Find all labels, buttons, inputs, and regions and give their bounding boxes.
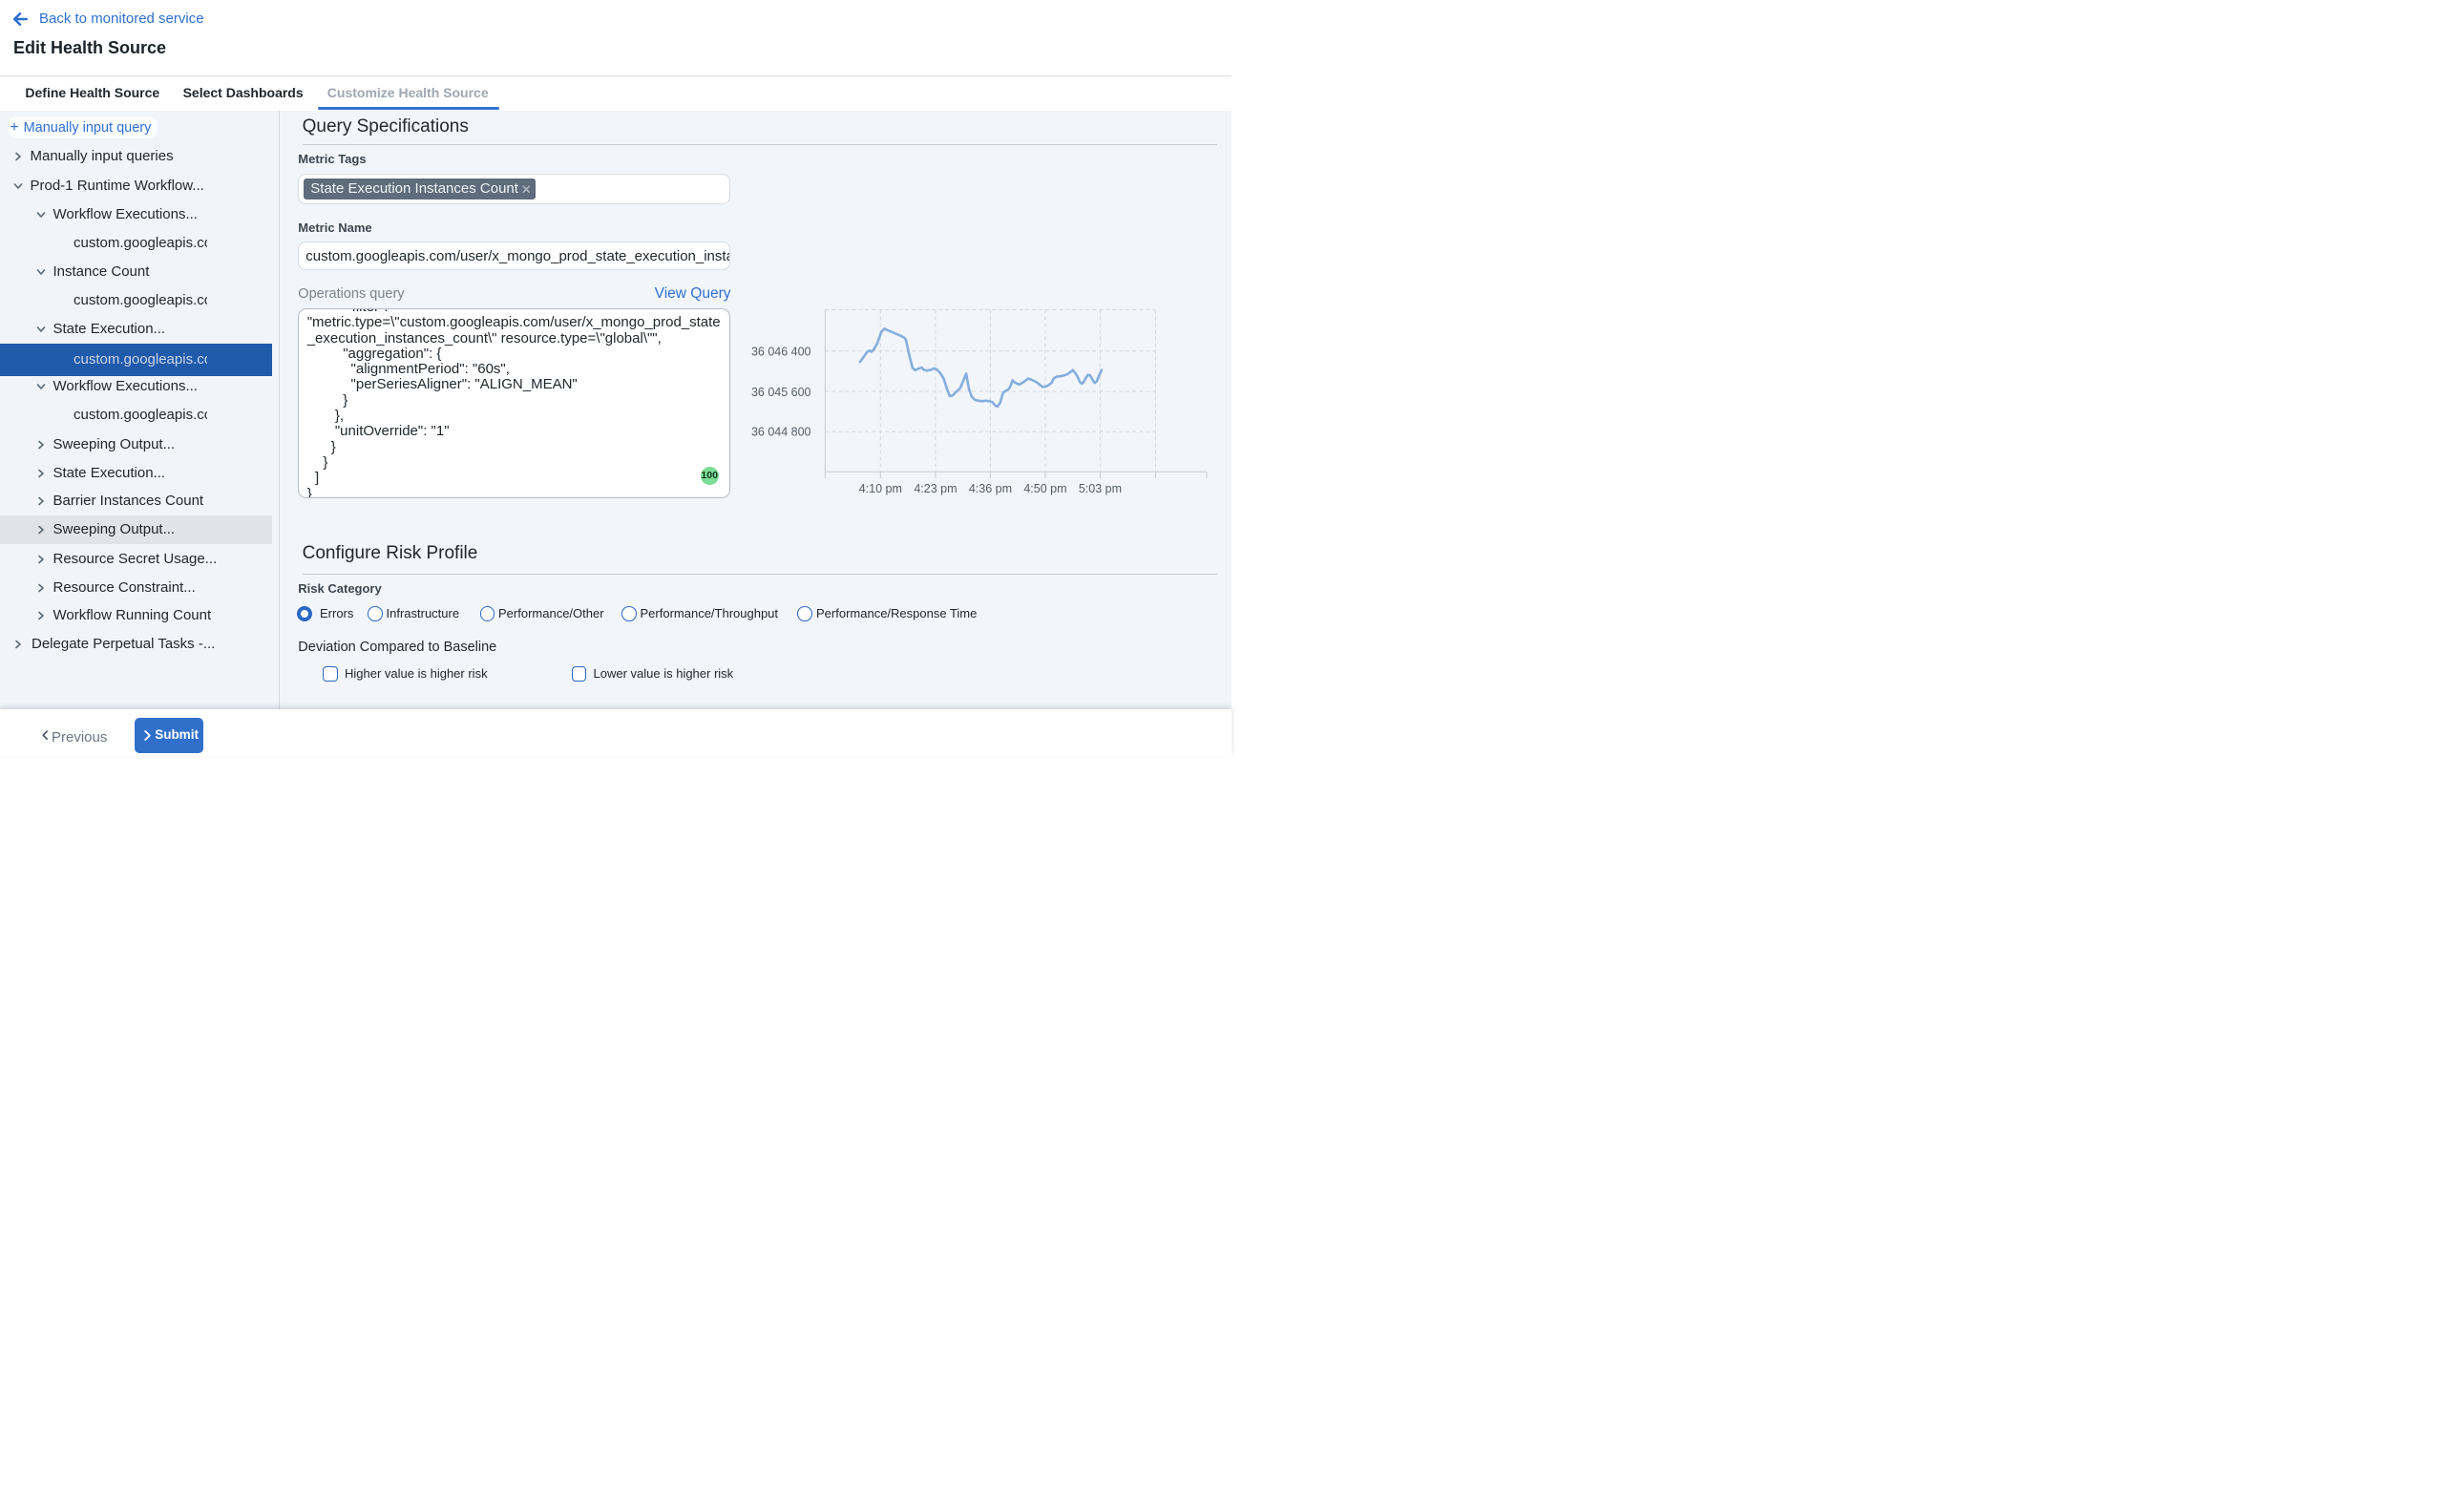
svg-text:4:36 pm: 4:36 pm	[969, 482, 1012, 495]
svg-text:4:50 pm: 4:50 pm	[1023, 482, 1066, 495]
svg-text:36 044 800: 36 044 800	[751, 426, 811, 439]
svg-text:36 046 400: 36 046 400	[751, 346, 811, 359]
svg-text:36 045 600: 36 045 600	[751, 386, 811, 399]
svg-text:5:03 pm: 5:03 pm	[1079, 482, 1122, 495]
svg-text:4:23 pm: 4:23 pm	[914, 482, 957, 495]
svg-text:4:10 pm: 4:10 pm	[859, 482, 902, 495]
